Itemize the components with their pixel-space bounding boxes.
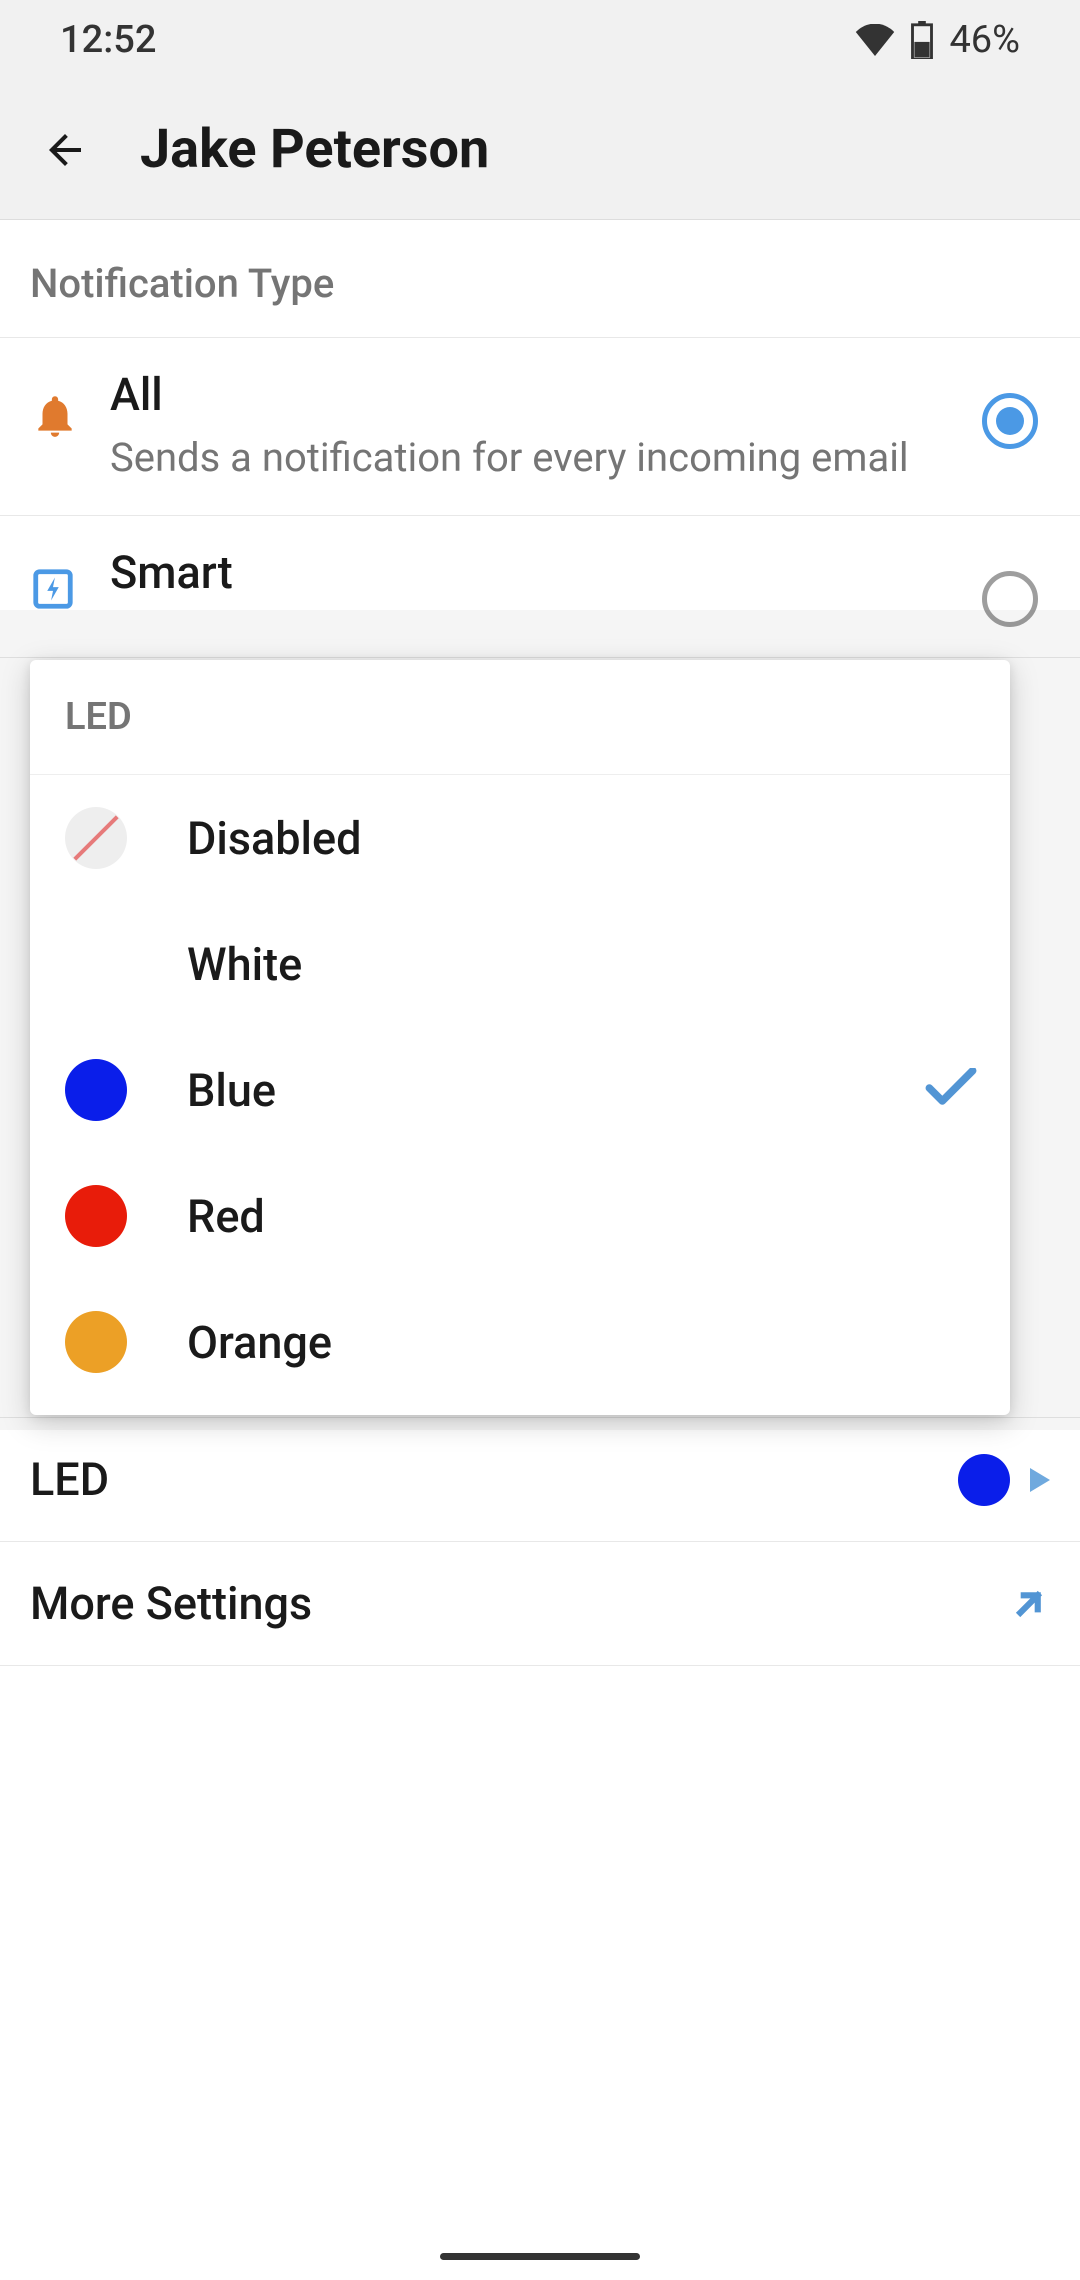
battery-icon xyxy=(910,21,934,59)
back-button[interactable] xyxy=(30,115,100,185)
nav-handle[interactable] xyxy=(440,2253,640,2260)
led-option-red[interactable]: Red xyxy=(30,1153,1010,1279)
option-smart-title: Smart xyxy=(110,546,950,599)
radio-smart[interactable] xyxy=(982,571,1038,627)
arrow-left-icon xyxy=(41,126,89,174)
option-all-desc: Sends a notification for every incoming … xyxy=(110,431,950,485)
swatch-disabled-icon xyxy=(65,807,127,869)
setting-led-label: LED xyxy=(30,1453,109,1506)
swatch-white-icon xyxy=(65,933,127,995)
status-time: 12:52 xyxy=(60,18,156,62)
notification-option-smart[interactable]: Smart xyxy=(0,516,1080,658)
app-header: Jake Peterson xyxy=(0,80,1080,220)
status-bar: 12:52 46% xyxy=(0,0,1080,80)
setting-more-label: More Settings xyxy=(30,1577,312,1630)
smart-lightning-icon xyxy=(30,566,76,612)
radio-all[interactable] xyxy=(982,393,1038,449)
led-label-white: White xyxy=(187,938,865,991)
led-option-disabled[interactable]: Disabled xyxy=(30,775,1010,901)
battery-text: 46% xyxy=(949,18,1020,62)
led-label-blue: Blue xyxy=(187,1064,865,1117)
led-label-orange: Orange xyxy=(187,1316,865,1369)
led-popup: LED Disabled White Blue Red Orange xyxy=(30,660,1010,1415)
check-icon xyxy=(925,1068,977,1108)
notification-option-all[interactable]: All Sends a notification for every incom… xyxy=(0,338,1080,516)
setting-led[interactable]: LED xyxy=(0,1418,1080,1542)
triangle-right-icon xyxy=(1030,1468,1050,1492)
setting-more[interactable]: More Settings xyxy=(0,1542,1080,1666)
page-title: Jake Peterson xyxy=(140,118,489,181)
swatch-red-icon xyxy=(65,1185,127,1247)
led-color-dot xyxy=(958,1454,1010,1506)
swatch-orange-icon xyxy=(65,1311,127,1373)
notification-type-label: Notification Type xyxy=(0,220,1080,338)
led-popup-title: LED xyxy=(30,660,1010,775)
swatch-blue-icon xyxy=(65,1059,127,1121)
led-option-orange[interactable]: Orange xyxy=(30,1279,1010,1405)
led-label-red: Red xyxy=(187,1190,865,1243)
led-label-disabled: Disabled xyxy=(187,812,865,865)
led-option-white[interactable]: White xyxy=(30,901,1010,1027)
bell-icon xyxy=(30,388,80,444)
option-all-title: All xyxy=(110,368,950,421)
status-icons: 46% xyxy=(855,18,1020,62)
wifi-icon xyxy=(855,24,895,56)
led-option-blue[interactable]: Blue xyxy=(30,1027,1010,1153)
arrow-up-right-icon xyxy=(1008,1583,1050,1625)
